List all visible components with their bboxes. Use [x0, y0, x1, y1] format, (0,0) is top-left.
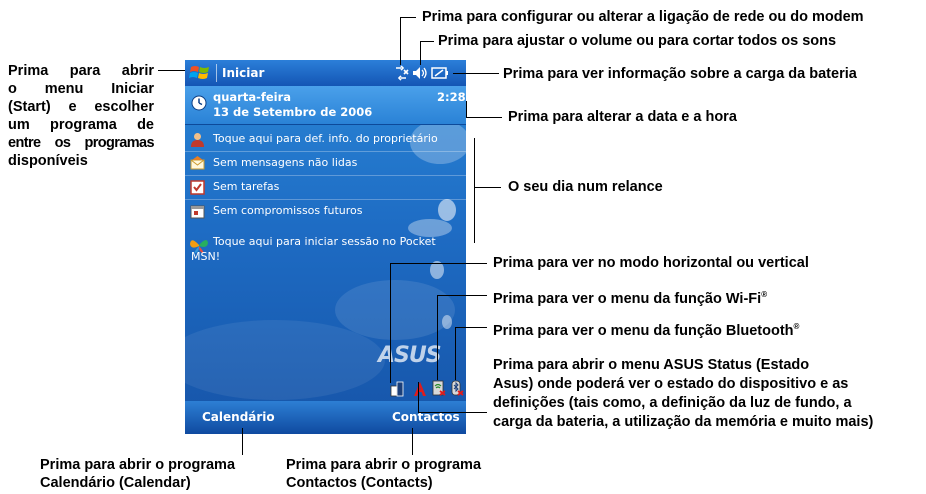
leader-line-asus-status: [418, 412, 487, 413]
date-time-bar[interactable]: quarta-feira 13 de Setembro de 2006 2:28: [185, 86, 466, 125]
callout-orientation: Prima para ver no modo horizontal ou ver…: [493, 255, 809, 271]
leader-line-orientation: [390, 263, 391, 383]
callout-line: disponíveis: [8, 153, 88, 169]
leader-line-calendar: [242, 428, 243, 455]
callout-line: um programa de: [8, 117, 154, 133]
today-item-label: Sem compromissos futuros: [213, 204, 363, 217]
callout-line: entre os programas: [8, 135, 155, 151]
today-item-label: Toque aqui para def. info. do proprietár…: [213, 132, 438, 145]
leader-line-network: [400, 17, 416, 18]
leader-bracket-glance: [474, 138, 475, 243]
callout-battery: Prima para ver informação sobre a carga …: [503, 66, 857, 82]
today-item-owner[interactable]: Toque aqui para def. info. do proprietár…: [185, 128, 466, 152]
leader-line-asus-status: [418, 382, 419, 412]
today-item-appointments[interactable]: Sem compromissos futuros: [185, 200, 466, 223]
callout-contacts: Prima para abrir o programa Contactos (C…: [286, 456, 481, 492]
title-divider: [216, 64, 217, 82]
messages-icon: [190, 156, 205, 170]
leader-line-wifi: [437, 295, 487, 296]
leader-line-wifi: [437, 295, 438, 380]
callout-line: (Start) e escolher: [8, 99, 154, 115]
tasks-icon: [190, 180, 205, 195]
leader-line-start: [158, 70, 185, 71]
leader-line-glance: [474, 187, 501, 188]
time-label: 2:28: [437, 90, 466, 104]
date-label: 13 de Setembro de 2006: [213, 105, 373, 119]
registered-mark: ®: [761, 290, 768, 299]
callout-line: Asus) onde poderá ver o estado do dispos…: [493, 376, 849, 392]
callout-line: carga da bateria, a utilização da memóri…: [493, 414, 874, 430]
registered-mark: ®: [793, 322, 800, 331]
volume-icon[interactable]: [412, 65, 428, 81]
today-item-tasks[interactable]: Sem tarefas: [185, 176, 466, 200]
leader-line-bluetooth: [455, 327, 456, 380]
title-bar: Iniciar: [185, 60, 466, 86]
callout-datetime: Prima para alterar a data e a hora: [508, 109, 737, 125]
callout-line: Prima para abrir o programa: [40, 457, 236, 473]
network-connection-icon[interactable]: [393, 65, 409, 81]
today-item-messages[interactable]: Sem mensagens não lidas: [185, 152, 466, 176]
clock-icon: [191, 95, 207, 111]
leader-line-datetime: [466, 117, 502, 118]
weekday-label: quarta-feira: [213, 90, 292, 104]
leader-line-orientation: [390, 263, 487, 264]
callout-line: o menu Iniciar: [8, 81, 154, 97]
callout-volume: Prima para ajustar o volume ou para cort…: [438, 33, 837, 49]
windows-start-icon[interactable]: [189, 64, 211, 82]
today-item-label: Sem mensagens não lidas: [213, 156, 358, 169]
callout-line: Prima para abrir o menu ASUS Status (Est…: [493, 357, 810, 373]
callout-asus-status: Prima para abrir o menu ASUS Status (Est…: [493, 356, 873, 432]
leader-line-contacts: [412, 428, 413, 455]
callout-network: Prima para configurar ou alterar a ligaç…: [422, 9, 864, 25]
callout-line: Prima para abrir o programa: [286, 457, 482, 473]
battery-icon[interactable]: [431, 66, 449, 80]
leader-line-volume: [420, 41, 434, 42]
leader-line-datetime: [466, 101, 467, 118]
msn-signin-line2: MSN!: [191, 250, 221, 263]
leader-line-battery: [453, 73, 499, 74]
orientation-icon[interactable]: [390, 381, 404, 397]
callout-calendar: Prima para abrir o programa Calendário (…: [40, 456, 235, 492]
leader-line-bluetooth: [455, 327, 487, 328]
callout-bluetooth-text: Prima para ver o menu da função Bluetoot…: [493, 322, 794, 339]
callout-wifi: Prima para ver o menu da função Wi-Fi®: [493, 286, 767, 308]
leader-line-network: [400, 17, 401, 65]
callout-bluetooth: Prima para ver o menu da função Bluetoot…: [493, 318, 799, 340]
callout-line: Contactos (Contacts): [286, 475, 433, 491]
start-menu-label[interactable]: Iniciar: [222, 66, 264, 80]
wifi-icon[interactable]: [432, 380, 446, 396]
asus-status-icon[interactable]: [413, 381, 427, 397]
msn-signin-line1: Toque aqui para iniciar sessão no Pocket: [213, 235, 436, 248]
callout-line: definições (tais como, a definição da lu…: [493, 395, 852, 411]
owner-icon: [191, 133, 204, 147]
asus-brand-logo: ASUS: [378, 343, 442, 368]
bluetooth-icon[interactable]: [450, 380, 464, 396]
callout-wifi-text: Prima para ver o menu da função Wi-Fi: [493, 290, 762, 307]
callout-glance: O seu dia num relance: [508, 179, 663, 195]
calendar-softkey[interactable]: Calendário: [202, 410, 275, 424]
leader-line-volume: [420, 41, 421, 65]
today-item-label: Sem tarefas: [213, 180, 280, 193]
callout-line: Calendário (Calendar): [40, 475, 191, 491]
device-screen: Iniciar quarta-feira 13 de Setembro de 2…: [185, 60, 466, 434]
command-bar: Calendário Contactos: [185, 401, 466, 434]
callout-start-menu: Prima para abrir o menu Iniciar (Start) …: [8, 62, 155, 170]
calendar-icon: [190, 205, 205, 219]
callout-line: Prima para abrir: [8, 63, 154, 79]
